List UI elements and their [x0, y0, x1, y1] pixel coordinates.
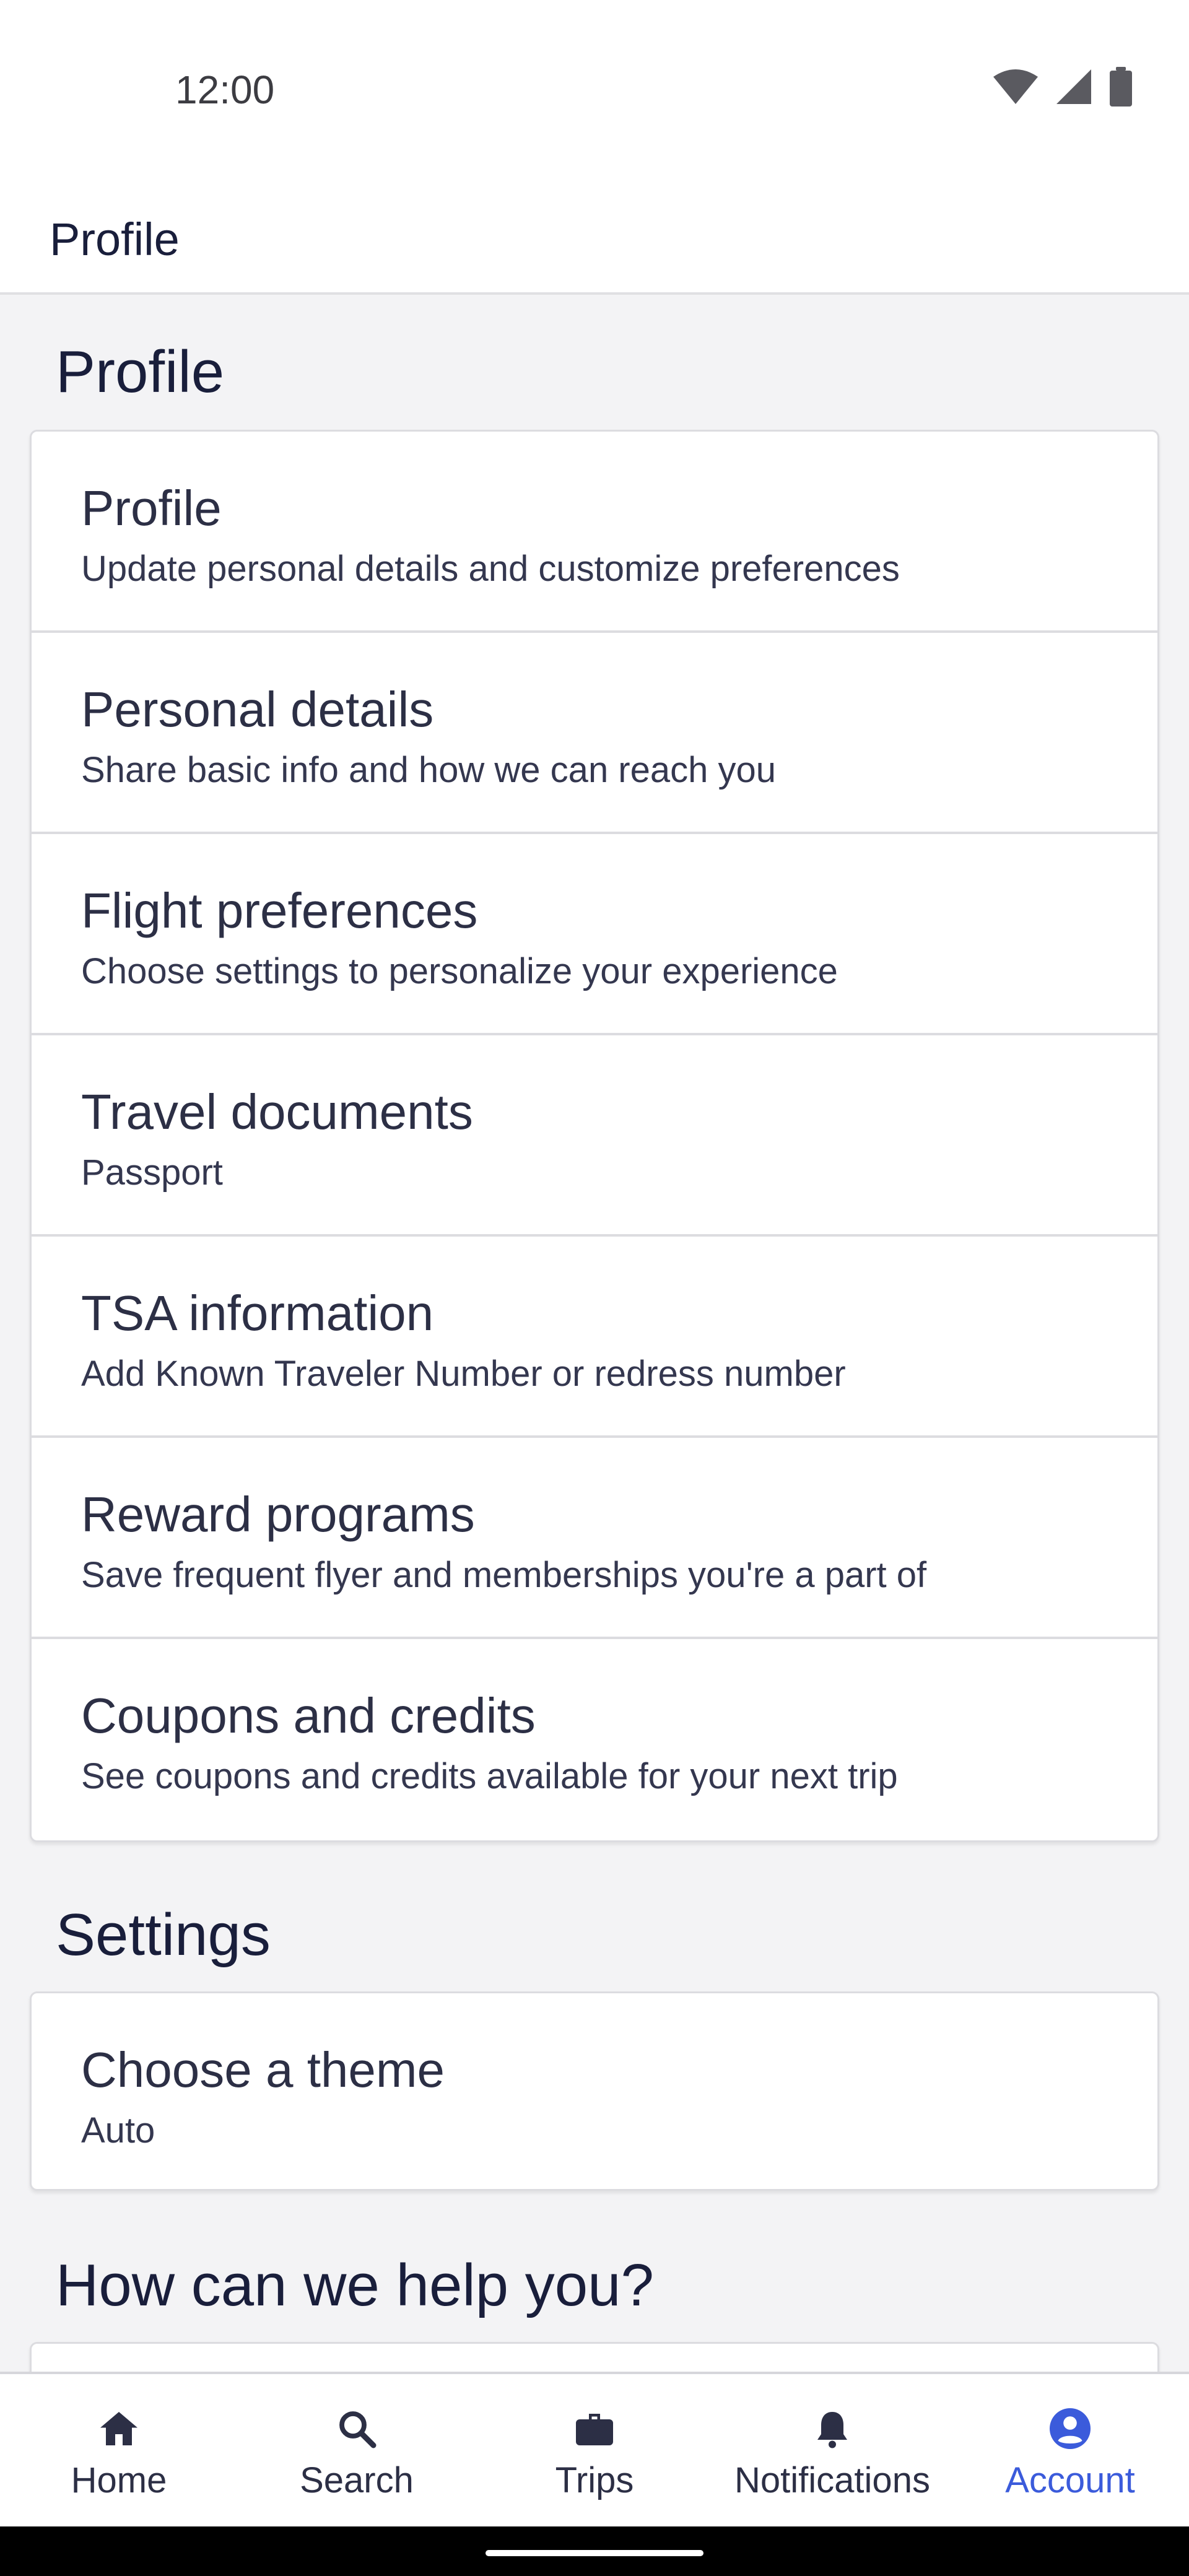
list-item-title: Travel documents — [81, 1084, 473, 1139]
list-item-subtitle: Share basic info and how we can reach yo… — [81, 750, 777, 790]
wifi-icon — [993, 69, 1038, 104]
home-icon — [100, 2412, 137, 2445]
list-item-title: Profile — [81, 481, 222, 536]
account-icon — [1050, 2408, 1091, 2449]
nav-label: Search — [300, 2460, 414, 2500]
gesture-handle[interactable] — [486, 2550, 703, 2556]
bottom-navigation: Home Search Trips Notifications Account — [0, 2372, 1189, 2526]
list-item-title: Personal details — [81, 682, 434, 737]
list-item-subtitle: Choose settings to personalize your expe… — [81, 951, 838, 991]
list-item-title: Flight preferences — [81, 883, 478, 938]
list-item-subtitle: See coupons and credits available for yo… — [81, 1756, 898, 1796]
section-title-help: How can we help you? — [56, 2252, 654, 2318]
status-bar: 12:00 — [0, 0, 1189, 186]
list-item-coupons-and-credits[interactable]: Coupons and credits See coupons and cred… — [32, 1639, 1157, 1840]
list-item-flight-preferences[interactable]: Flight preferences Choose settings to pe… — [32, 834, 1157, 1035]
system-gesture-bar — [0, 2526, 1189, 2576]
list-item-title: Reward programs — [81, 1487, 475, 1542]
briefcase-icon — [576, 2414, 613, 2445]
section-title-profile: Profile — [56, 339, 225, 405]
list-item-choose-theme[interactable]: Choose a theme Auto — [32, 1993, 1157, 2189]
account-scroll-content[interactable]: Profile Profile Update personal details … — [0, 295, 1189, 2372]
search-icon — [339, 2411, 377, 2448]
nav-item-home[interactable]: Home — [0, 2374, 238, 2526]
bell-icon — [817, 2412, 847, 2448]
list-item-subtitle: Save frequent flyer and memberships you'… — [81, 1555, 927, 1595]
list-item-subtitle: Add Known Traveler Number or redress num… — [81, 1354, 846, 1394]
section-title-settings: Settings — [56, 1902, 271, 1968]
list-item-profile[interactable]: Profile Update personal details and cust… — [32, 432, 1157, 633]
battery-icon — [1110, 67, 1132, 107]
list-item-travel-documents[interactable]: Travel documents Passport — [32, 1035, 1157, 1237]
list-item-title: Choose a theme — [81, 2042, 445, 2097]
list-item-subtitle: Update personal details and customize pr… — [81, 549, 900, 589]
status-time: 12:00 — [175, 67, 275, 112]
nav-label: Home — [71, 2460, 167, 2500]
nav-label: Account — [1005, 2460, 1135, 2500]
status-icons — [992, 67, 1133, 107]
app-bar: Profile — [0, 186, 1189, 295]
nav-item-search[interactable]: Search — [238, 2374, 476, 2526]
list-item-subtitle: Auto — [81, 2110, 155, 2151]
nav-label: Trips — [555, 2460, 634, 2500]
help-card — [30, 2342, 1159, 2372]
list-item-personal-details[interactable]: Personal details Share basic info and ho… — [32, 633, 1157, 834]
settings-card: Choose a theme Auto — [30, 1991, 1159, 2191]
list-item-title: Coupons and credits — [81, 1688, 536, 1743]
list-item-reward-programs[interactable]: Reward programs Save frequent flyer and … — [32, 1438, 1157, 1639]
list-item-subtitle: Passport — [81, 1152, 223, 1193]
profile-card: Profile Update personal details and cust… — [30, 430, 1159, 1842]
cellular-signal-icon — [1056, 69, 1091, 104]
nav-item-trips[interactable]: Trips — [476, 2374, 713, 2526]
list-item-tsa-information[interactable]: TSA information Add Known Traveler Numbe… — [32, 1237, 1157, 1438]
page-title: Profile — [50, 214, 180, 265]
nav-item-account[interactable]: Account — [951, 2374, 1189, 2526]
list-item-title: TSA information — [81, 1286, 434, 1341]
nav-label: Notifications — [734, 2460, 930, 2500]
nav-item-notifications[interactable]: Notifications — [713, 2374, 951, 2526]
